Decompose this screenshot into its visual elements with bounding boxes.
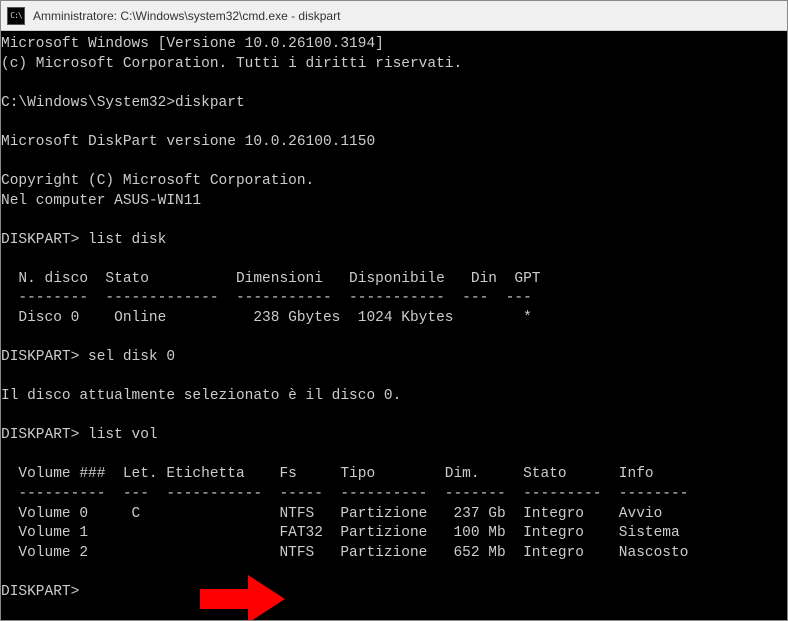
- terminal-line: Microsoft DiskPart versione 10.0.26100.1…: [1, 134, 375, 150]
- terminal-line: C:\Windows\System32>diskpart: [1, 95, 245, 111]
- terminal-line: DISKPART> sel disk 0: [1, 349, 175, 365]
- terminal-line: DISKPART> list vol: [1, 427, 158, 443]
- terminal-line: ---------- --- ----------- ----- -------…: [1, 486, 688, 502]
- terminal-line: -------- ------------- ----------- -----…: [1, 290, 532, 306]
- terminal-line: Disco 0 Online 238 Gbytes 1024 Kbytes *: [1, 310, 532, 326]
- terminal-line: Copyright (C) Microsoft Corporation.: [1, 173, 314, 189]
- terminal-line: DISKPART> list disk: [1, 232, 166, 248]
- terminal-line: Nel computer ASUS-WIN11: [1, 193, 201, 209]
- terminal-line: DISKPART>: [1, 584, 79, 600]
- terminal-line: Microsoft Windows [Versione 10.0.26100.3…: [1, 36, 384, 52]
- terminal-line: Il disco attualmente selezionato è il di…: [1, 388, 401, 404]
- terminal-line: Volume 0 C NTFS Partizione 237 Gb Integr…: [1, 506, 662, 522]
- cmd-icon: C:\: [7, 7, 25, 25]
- terminal-output[interactable]: Microsoft Windows [Versione 10.0.26100.3…: [1, 31, 787, 620]
- terminal-line: (c) Microsoft Corporation. Tutti i dirit…: [1, 56, 462, 72]
- window-titlebar[interactable]: C:\ Amministratore: C:\Windows\system32\…: [1, 1, 787, 31]
- terminal-line: Volume 1 FAT32 Partizione 100 Mb Integro…: [1, 525, 680, 541]
- terminal-line: N. disco Stato Dimensioni Disponibile Di…: [1, 271, 541, 287]
- terminal-line: Volume 2 NTFS Partizione 652 Mb Integro …: [1, 545, 688, 561]
- terminal-line: Volume ### Let. Etichetta Fs Tipo Dim. S…: [1, 466, 654, 482]
- window-title: Amministratore: C:\Windows\system32\cmd.…: [33, 9, 340, 23]
